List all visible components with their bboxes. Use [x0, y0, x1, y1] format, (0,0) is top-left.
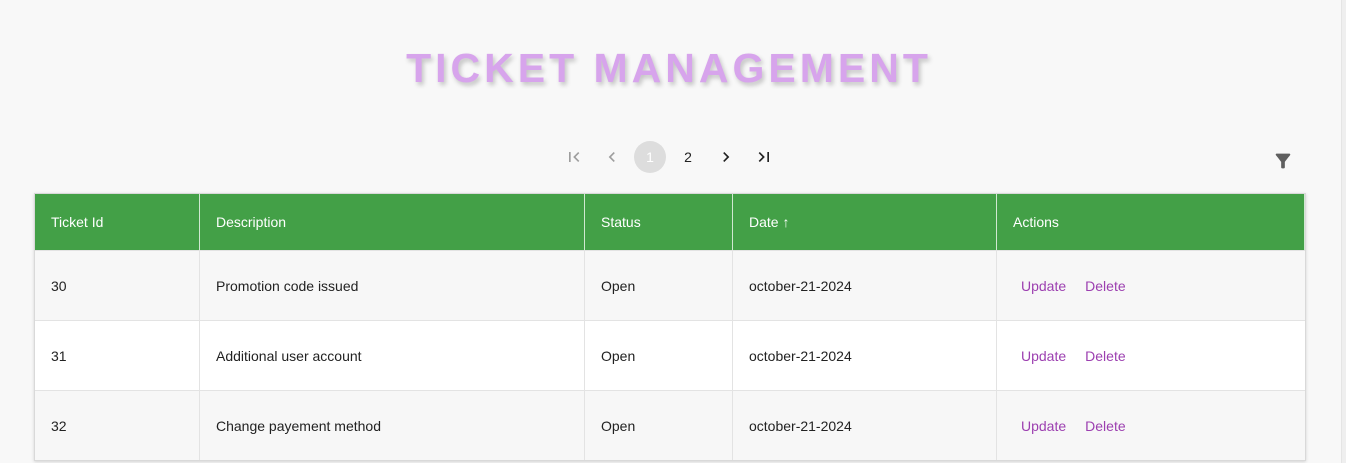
scrollbar-track[interactable]	[1341, 0, 1346, 463]
page-2-button[interactable]: 2	[672, 141, 704, 173]
update-button[interactable]: Update	[1021, 418, 1066, 434]
last-page-button[interactable]	[748, 141, 780, 173]
description-cell: Change payement method	[200, 391, 585, 460]
first-page-button[interactable]	[558, 141, 590, 173]
chevron-right-icon	[723, 152, 730, 162]
filter-button[interactable]	[1272, 150, 1294, 172]
next-page-button[interactable]	[710, 141, 742, 173]
column-header-actions: Actions	[997, 194, 1305, 250]
description-cell: Additional user account	[200, 321, 585, 390]
status-cell: Open	[585, 391, 733, 460]
status-cell: Open	[585, 251, 733, 320]
update-button[interactable]: Update	[1021, 348, 1066, 364]
date-cell: october-21-2024	[733, 321, 997, 390]
table-header-row: Ticket Id Description Status Date ↑ Acti…	[35, 194, 1305, 250]
page-1-button[interactable]: 1	[634, 141, 666, 173]
table-row: 30 Promotion code issued Open october-21…	[35, 250, 1305, 320]
table-row: 31 Additional user account Open october-…	[35, 320, 1305, 390]
pagination: 1 2	[555, 141, 783, 173]
description-cell: Promotion code issued	[200, 251, 585, 320]
chevron-left-icon	[608, 152, 615, 162]
filter-icon	[1275, 153, 1291, 169]
last-page-icon	[758, 152, 769, 162]
column-header-status[interactable]: Status	[585, 194, 733, 250]
status-cell: Open	[585, 321, 733, 390]
date-cell: october-21-2024	[733, 251, 997, 320]
delete-button[interactable]: Delete	[1085, 418, 1125, 434]
actions-cell: Update Delete	[997, 251, 1305, 320]
ticket-id-cell: 32	[35, 391, 200, 460]
column-header-date[interactable]: Date ↑	[733, 194, 997, 250]
table-row: 32 Change payement method Open october-2…	[35, 390, 1305, 460]
actions-cell: Update Delete	[997, 321, 1305, 390]
first-page-icon	[569, 152, 580, 162]
column-header-description[interactable]: Description	[200, 194, 585, 250]
update-button[interactable]: Update	[1021, 278, 1066, 294]
page-title: TICKET MANAGEMENT	[406, 45, 932, 91]
ticket-id-cell: 30	[35, 251, 200, 320]
page: TICKET MANAGEMENT 1 2 Ticket Id Descript…	[0, 0, 1346, 463]
actions-cell: Update Delete	[997, 391, 1305, 460]
tickets-table: Ticket Id Description Status Date ↑ Acti…	[34, 193, 1306, 461]
ticket-id-cell: 31	[35, 321, 200, 390]
delete-button[interactable]: Delete	[1085, 348, 1125, 364]
previous-page-button[interactable]	[596, 141, 628, 173]
delete-button[interactable]: Delete	[1085, 278, 1125, 294]
date-cell: october-21-2024	[733, 391, 997, 460]
column-header-ticket-id[interactable]: Ticket Id	[35, 194, 200, 250]
